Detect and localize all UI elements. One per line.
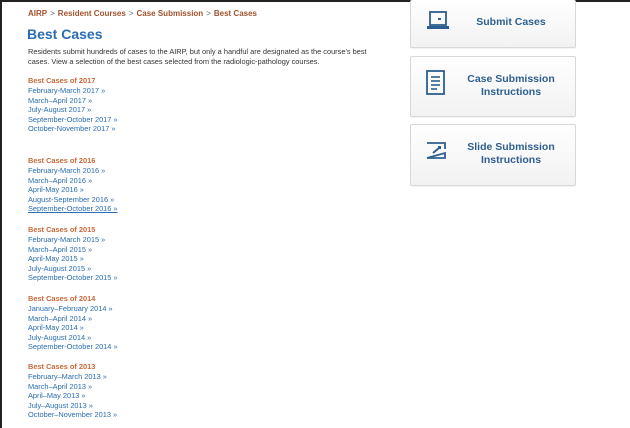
year-group-2013: Best Cases of 2013 February–March 2013 »… xyxy=(28,362,117,420)
case-submission-instructions-label: Case Submission Instructions xyxy=(467,73,555,98)
slide-icon xyxy=(425,139,449,166)
list-item: September-October 2017 » xyxy=(28,115,118,125)
best-cases-link[interactable]: January–February 2014 » xyxy=(28,304,113,313)
year-heading: Best Cases of 2015 xyxy=(28,225,96,234)
list-item: September-October 2014 » xyxy=(28,342,118,352)
list-item: April-May 2014 » xyxy=(28,323,118,333)
best-cases-link[interactable]: October-November 2017 » xyxy=(28,124,116,133)
year-group-2016: Best Cases of 2016 February-March 2016 »… xyxy=(28,156,118,214)
best-cases-link[interactable]: April–May 2013 » xyxy=(28,391,86,400)
best-cases-link[interactable]: September-October 2014 » xyxy=(28,342,118,351)
list-item: August-September 2016 » xyxy=(28,195,118,205)
list-item: March–April 2015 » xyxy=(28,245,118,255)
breadcrumb-airp[interactable]: AIRP xyxy=(28,9,47,18)
year-link-list: February-March 2017 » March–April 2017 »… xyxy=(28,86,118,134)
best-cases-link[interactable]: July-August 2017 » xyxy=(28,105,91,114)
breadcrumb: AIRP > Resident Courses > Case Submission > Be… xyxy=(28,9,257,18)
best-cases-link[interactable]: March–April 2016 » xyxy=(28,176,92,185)
best-cases-link[interactable]: July–August 2013 » xyxy=(28,401,93,410)
best-cases-link[interactable]: March–April 2014 » xyxy=(28,314,92,323)
list-item: July–August 2013 » xyxy=(28,401,117,411)
year-heading: Best Cases of 2013 xyxy=(28,362,96,371)
best-cases-link[interactable]: October–November 2013 » xyxy=(28,410,117,419)
best-cases-link[interactable]: April-May 2016 » xyxy=(28,185,84,194)
submit-cases-card[interactable]: Submit Cases xyxy=(410,0,576,48)
breadcrumb-current: Best Cases xyxy=(213,9,257,18)
year-link-list: January–February 2014 » March–April 2014… xyxy=(28,304,118,352)
year-link-list: February-March 2016 » March–April 2016 »… xyxy=(28,166,118,214)
list-item: February-March 2017 » xyxy=(28,86,118,96)
list-item: September-October 2015 » xyxy=(28,273,118,283)
year-link-list: February-March 2015 » March–April 2015 »… xyxy=(28,235,118,283)
best-cases-link[interactable]: September-October 2015 » xyxy=(28,273,118,282)
list-item: July-August 2014 » xyxy=(28,333,118,343)
slide-submission-instructions-label: Slide Submission Instructions xyxy=(467,141,555,166)
list-item: February-March 2016 » xyxy=(28,166,118,176)
best-cases-link[interactable]: February-March 2015 » xyxy=(28,235,105,244)
best-cases-link[interactable]: February-March 2017 » xyxy=(28,86,105,95)
year-group-2015: Best Cases of 2015 February-March 2015 »… xyxy=(28,225,118,283)
year-heading: Best Cases of 2016 xyxy=(28,156,96,165)
submit-cases-label: Submit Cases xyxy=(476,16,546,28)
list-item: October-November 2017 » xyxy=(28,124,118,134)
laptop-icon xyxy=(425,10,451,37)
best-cases-link[interactable]: March–April 2013 » xyxy=(28,382,92,391)
case-submission-instructions-card[interactable]: Case Submission Instructions xyxy=(410,56,576,117)
list-item: July-August 2017 » xyxy=(28,105,118,115)
best-cases-link[interactable]: September-October 2016 » xyxy=(28,204,118,213)
best-cases-link[interactable]: April-May 2014 » xyxy=(28,323,84,332)
best-cases-link[interactable]: August-September 2016 » xyxy=(28,195,114,204)
best-cases-link[interactable]: July-August 2015 » xyxy=(28,264,91,273)
year-link-list: February–March 2013 » March–April 2013 »… xyxy=(28,372,117,420)
list-item: February–March 2013 » xyxy=(28,372,117,382)
list-item: March–April 2014 » xyxy=(28,314,118,324)
best-cases-link[interactable]: July-August 2014 » xyxy=(28,333,91,342)
list-item: March–April 2016 » xyxy=(28,176,118,186)
document-icon xyxy=(425,70,447,101)
best-cases-link[interactable]: March–April 2015 » xyxy=(28,245,92,254)
list-item: July-August 2015 » xyxy=(28,264,118,274)
page-title: Best Cases xyxy=(27,26,103,42)
breadcrumb-separator: > xyxy=(128,9,134,18)
page-intro: Residents submit hundreds of cases to th… xyxy=(28,47,367,66)
list-item: September-October 2016 » xyxy=(28,204,118,214)
best-cases-link[interactable]: April-May 2015 » xyxy=(28,254,84,263)
list-item: February-March 2015 » xyxy=(28,235,118,245)
year-group-2017: Best Cases of 2017 February-March 2017 »… xyxy=(28,76,118,134)
breadcrumb-case-submission[interactable]: Case Submission xyxy=(137,9,204,18)
best-cases-link[interactable]: March–April 2017 » xyxy=(28,96,92,105)
year-heading: Best Cases of 2017 xyxy=(28,76,96,85)
best-cases-link[interactable]: February–March 2013 » xyxy=(28,372,107,381)
best-cases-link[interactable]: September-October 2017 » xyxy=(28,115,118,124)
list-item: October–November 2013 » xyxy=(28,410,117,420)
list-item: January–February 2014 » xyxy=(28,304,118,314)
window-left-border xyxy=(0,0,2,428)
breadcrumb-separator: > xyxy=(50,9,55,18)
best-cases-link[interactable]: February-March 2016 » xyxy=(28,166,105,175)
list-item: April–May 2013 » xyxy=(28,391,117,401)
breadcrumb-separator: > xyxy=(206,9,211,18)
breadcrumb-resident-courses[interactable]: Resident Courses xyxy=(58,9,126,18)
list-item: March–April 2013 » xyxy=(28,382,117,392)
list-item: March–April 2017 » xyxy=(28,96,118,106)
list-item: April-May 2015 » xyxy=(28,254,118,264)
year-heading: Best Cases of 2014 xyxy=(28,294,96,303)
slide-submission-instructions-card[interactable]: Slide Submission Instructions xyxy=(410,124,576,186)
year-group-2014: Best Cases of 2014 January–February 2014… xyxy=(28,294,118,352)
list-item: April-May 2016 » xyxy=(28,185,118,195)
